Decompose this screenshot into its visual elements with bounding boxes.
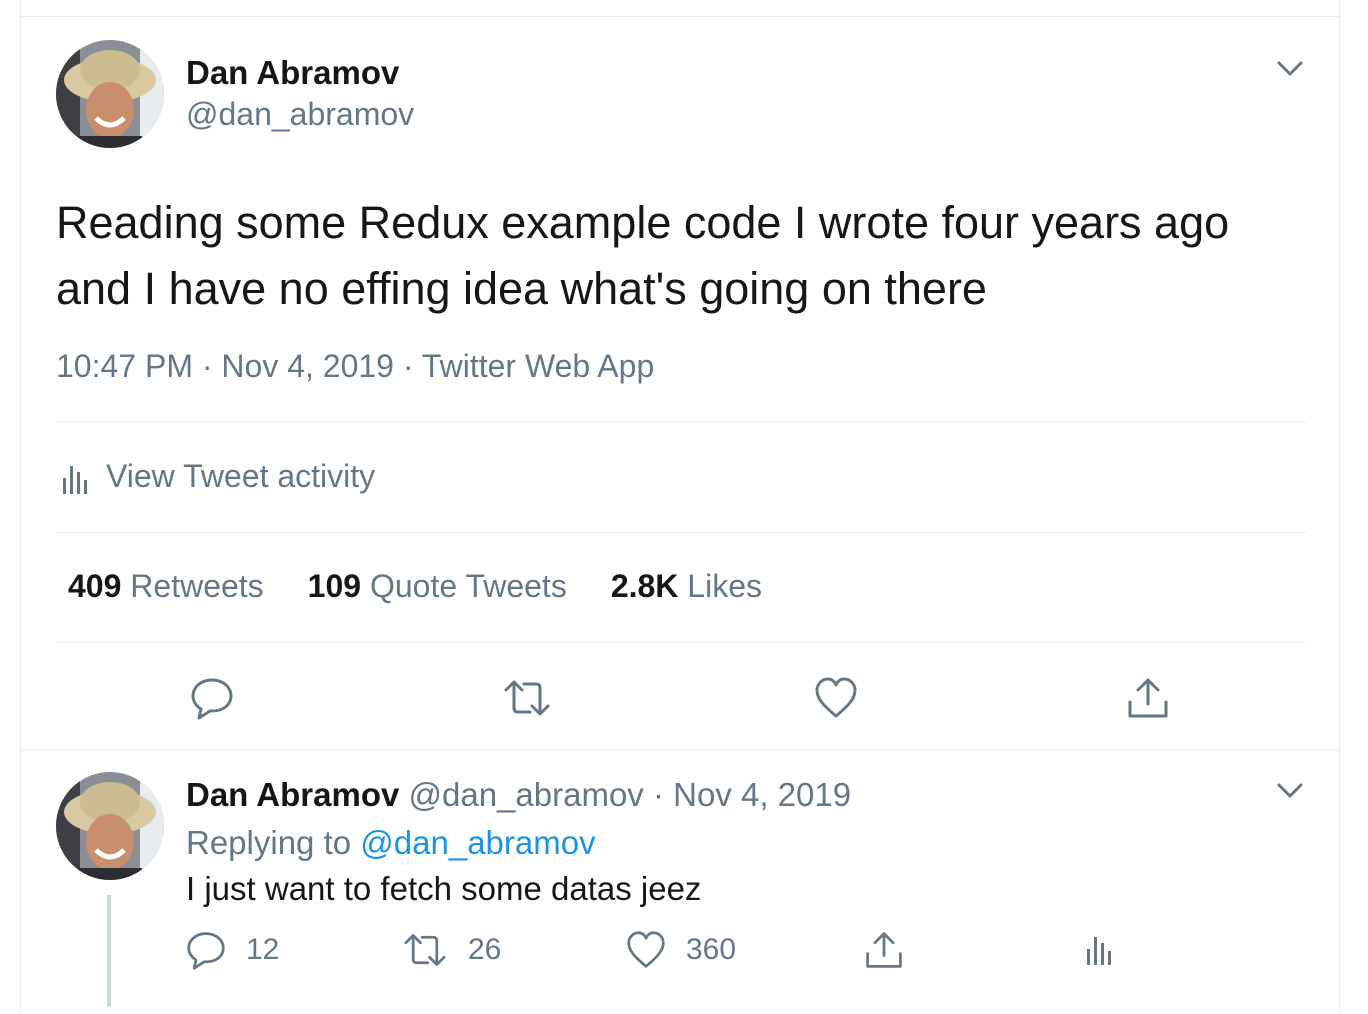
retweet-icon: [404, 934, 446, 966]
divider: [56, 532, 1306, 533]
tweet-meta: 10:47 PM · Nov 4, 2019 · Twitter Web App: [56, 348, 654, 385]
reply-retweet-action[interactable]: 26: [402, 930, 501, 970]
reply-analytics-action[interactable]: [1086, 930, 1112, 966]
chevron-down-icon[interactable]: [1276, 782, 1304, 800]
chevron-down-icon[interactable]: [1276, 60, 1304, 78]
reply-reply-action[interactable]: 12: [186, 930, 279, 970]
retweets-label: Retweets: [130, 568, 264, 604]
view-activity-link[interactable]: View Tweet activity: [62, 458, 375, 495]
replying-handle-link[interactable]: @dan_abramov: [360, 824, 595, 861]
retweet-count: 26: [468, 933, 502, 966]
likes-count: 2.8K: [610, 568, 679, 604]
divider: [56, 422, 1306, 423]
reply-separator: ·: [652, 776, 664, 813]
reply-author-name[interactable]: Dan Abramov: [186, 776, 399, 813]
reply-like-action[interactable]: 360: [626, 930, 736, 970]
tweet-time[interactable]: 10:47 PM: [56, 348, 193, 384]
avatar-photo-icon: [56, 772, 164, 880]
tweet-text: Reading some Redux example code I wrote …: [56, 197, 1230, 314]
reply-icon: [187, 932, 225, 970]
like-count: 360: [686, 933, 737, 966]
tweet-source[interactable]: Twitter Web App: [422, 348, 654, 384]
meta-separator: ·: [402, 348, 414, 384]
retweet-icon[interactable]: [502, 676, 552, 720]
like-icon[interactable]: [814, 676, 858, 720]
thread-line: [107, 895, 111, 1007]
reply-header: Dan Abramov @dan_abramov · Nov 4, 2019: [186, 776, 851, 814]
avatar-photo-icon: [56, 40, 164, 148]
reply-text: I just want to fetch some datas jeez: [186, 870, 702, 907]
replying-prefix: Replying to: [186, 824, 352, 861]
author-handle[interactable]: @dan_abramov: [186, 96, 414, 133]
author-avatar[interactable]: [56, 40, 164, 148]
view-activity-label: View Tweet activity: [106, 458, 376, 494]
replying-to: Replying to @dan_abramov: [186, 824, 596, 862]
analytics-icon: [63, 465, 87, 494]
likes-stat[interactable]: 2.8K Likes: [611, 568, 762, 605]
author-name[interactable]: Dan Abramov: [186, 54, 399, 92]
retweets-stat[interactable]: 409 Retweets: [68, 568, 264, 605]
top-divider: [20, 16, 1340, 17]
analytics-icon: [1087, 937, 1111, 965]
quotes-count: 109: [307, 568, 362, 604]
reply-date[interactable]: Nov 4, 2019: [673, 776, 851, 813]
divider: [56, 642, 1306, 643]
share-icon: [866, 932, 902, 968]
quotes-label: Quote Tweets: [369, 568, 567, 604]
reply-count: 12: [246, 933, 280, 966]
like-icon: [627, 931, 665, 968]
reply-share-action[interactable]: [864, 930, 904, 970]
tweet-date[interactable]: Nov 4, 2019: [221, 348, 394, 384]
quotes-stat[interactable]: 109 Quote Tweets: [308, 568, 567, 605]
retweets-count: 409: [68, 568, 122, 604]
tweet-divider: [20, 750, 1340, 751]
engagement-stats: 409 Retweets 109 Quote Tweets 2.8K Likes: [68, 568, 762, 605]
reply-icon[interactable]: [190, 676, 234, 720]
share-icon[interactable]: [1126, 676, 1170, 720]
reply-author-avatar[interactable]: [56, 772, 164, 880]
likes-label: Likes: [687, 568, 762, 604]
reply-author-handle[interactable]: @dan_abramov: [409, 776, 644, 813]
meta-separator: ·: [201, 348, 213, 384]
